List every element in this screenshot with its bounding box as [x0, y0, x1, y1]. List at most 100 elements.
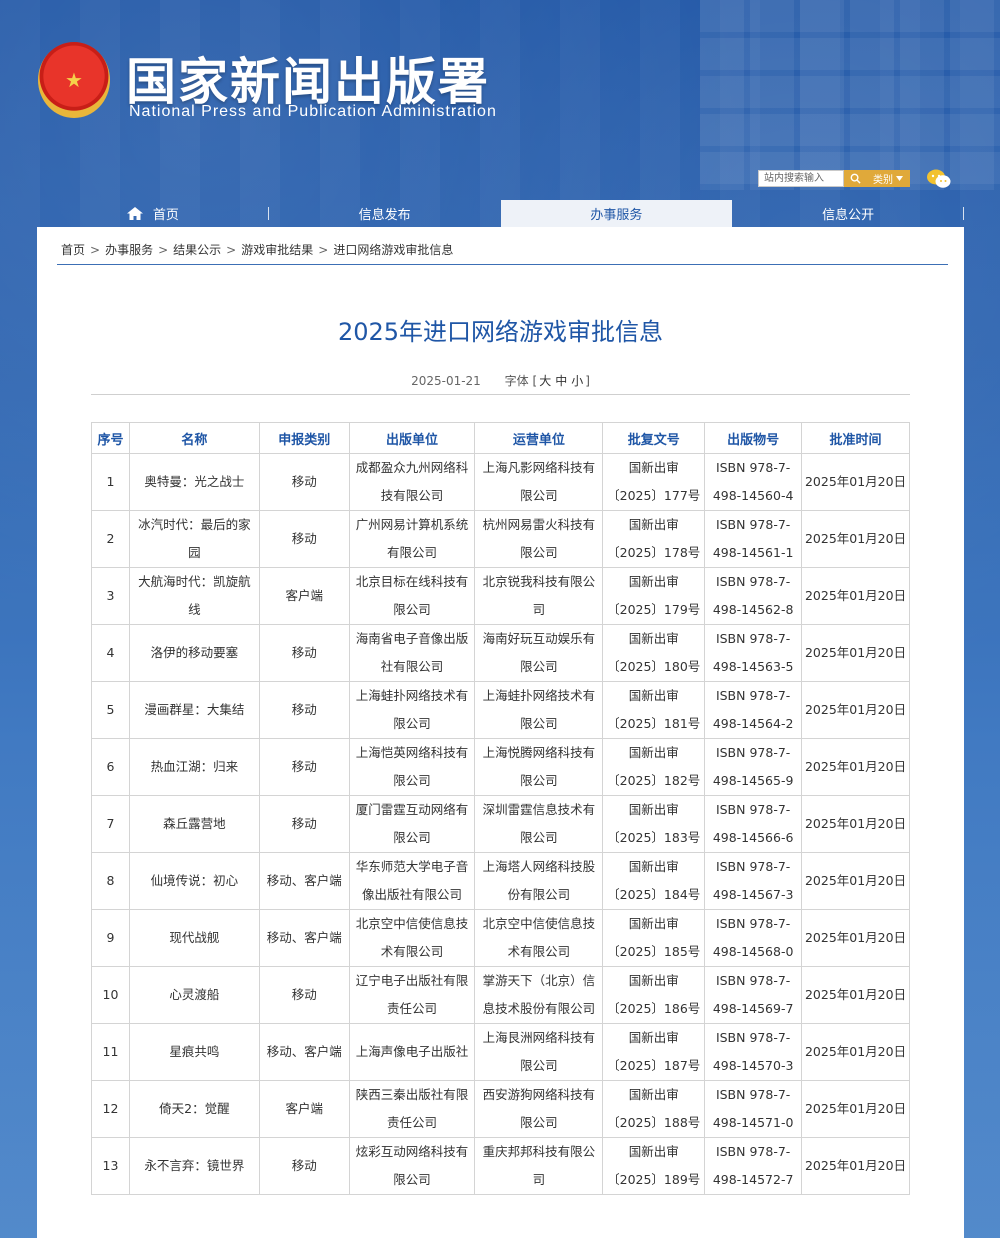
approval-date-cell: 2025年01月20日: [801, 1023, 910, 1081]
nav-item-label: 首页: [152, 208, 179, 223]
publish-date: 2025-01-21: [411, 374, 481, 388]
row-number-cell: 9: [91, 909, 130, 967]
game-name-cell: 森丘露营地: [128, 795, 260, 853]
page-title: 2025年进口网络游戏审批信息: [337, 318, 664, 346]
application-type-cell: 移动: [258, 738, 350, 796]
breadcrumb-item[interactable]: 办事服务: [105, 243, 153, 257]
row-number-cell: 7: [91, 795, 130, 853]
approval-number-cell: 国新出审〔2025〕183号: [602, 795, 706, 853]
nav-item-label: 办事服务: [590, 208, 643, 223]
application-type-cell: 移动、客户端: [258, 909, 350, 967]
wechat-icon[interactable]: [926, 168, 952, 190]
operator-cell: 上海悦腾网络科技有限公司: [474, 738, 604, 796]
nav-item-services[interactable]: 办事服务: [500, 200, 733, 227]
breadcrumb-item[interactable]: 结果公示: [173, 243, 221, 257]
approval-number-cell: 国新出审〔2025〕182号: [602, 738, 706, 796]
site-header: ★ 国家新闻出版署 National Press and Publication…: [0, 0, 1000, 200]
font-small-button[interactable]: 小: [571, 374, 583, 388]
application-type-cell: 移动: [258, 624, 350, 682]
operator-cell: 海南好玩互动娱乐有限公司: [474, 624, 604, 682]
table-row: 9 现代战舰 移动、客户端 北京空中信使信息技术有限公司 北京空中信使信息技术有限公司国…: [91, 909, 910, 967]
table-row: 8 仙境传说：初心 移动、客户端 华东师范大学电子音像出版社有限公司 上海塔人网络科技股…: [91, 852, 910, 910]
approval-date-cell: 2025年01月20日: [801, 738, 910, 796]
row-number-cell: 10: [91, 966, 130, 1024]
approval-number-cell: 国新出审〔2025〕179号: [602, 567, 706, 625]
application-type-cell: 移动: [258, 1137, 350, 1195]
nav-item-info-release[interactable]: 信息发布: [269, 200, 501, 227]
font-medium-button[interactable]: 中: [555, 374, 567, 388]
breadcrumb-item[interactable]: 进口网络游戏审批信息: [333, 243, 453, 257]
table-row: 11 星痕共鸣 移动、客户端 上海声像电子出版社 上海艮洲网络科技有限公司 国新出审〔20…: [91, 1023, 910, 1081]
application-type-cell: 客户端: [258, 567, 350, 625]
approval-date-cell: 2025年01月20日: [801, 909, 910, 967]
application-type-cell: 移动、客户端: [258, 852, 350, 910]
column-header: 出版单位: [348, 422, 476, 454]
search-input[interactable]: 站内搜索输入: [758, 170, 844, 187]
row-number-cell: 2: [91, 510, 130, 568]
category-label: 类别: [873, 175, 893, 186]
approval-date-cell: 2025年01月20日: [801, 1080, 910, 1138]
search-icon: [850, 173, 861, 184]
approval-date-cell: 2025年01月20日: [801, 795, 910, 853]
application-type-cell: 移动: [258, 795, 350, 853]
approval-number-cell: 国新出审〔2025〕180号: [602, 624, 706, 682]
font-large-button[interactable]: 大: [539, 374, 551, 388]
breadcrumb-item[interactable]: 游戏审批结果: [241, 243, 313, 257]
publisher-cell: 广州网易计算机系统有限公司: [348, 510, 476, 568]
font-size-label: 字体: [504, 374, 529, 388]
approval-number-cell: 国新出审〔2025〕187号: [602, 1023, 706, 1081]
approval-number-cell: 国新出审〔2025〕188号: [602, 1080, 706, 1138]
isbn-cell: ISBN 978-7-498-14561-1: [704, 510, 803, 568]
isbn-cell: ISBN 978-7-498-14567-3: [704, 852, 803, 910]
column-header: 序号: [91, 422, 130, 454]
approval-date-cell: 2025年01月20日: [801, 453, 910, 511]
table-row: 4 洛伊的移动要塞 移动 海南省电子音像出版社有限公司 海南好玩互动娱乐有限公司 国新出审…: [91, 624, 910, 682]
font-size-control: 字体 [大中小]: [504, 374, 590, 388]
operator-cell: 上海塔人网络科技股份有限公司: [474, 852, 604, 910]
game-name-cell: 现代战舰: [128, 909, 260, 967]
operator-cell: 上海凡影网络科技有限公司: [474, 453, 604, 511]
approval-number-cell: 国新出审〔2025〕185号: [602, 909, 706, 967]
table-row: 5 漫画群星：大集结 移动 上海蛙扑网络技术有限公司 上海蛙扑网络技术有限公司 国新出审〔…: [91, 681, 910, 739]
approval-date-cell: 2025年01月20日: [801, 852, 910, 910]
publisher-cell: 辽宁电子出版社有限责任公司: [348, 966, 476, 1024]
approval-table: 序号 名称 申报类别 出版单位 运营单位 批复文号 出版物号 批准时间 1 奥特曼…: [91, 422, 910, 1195]
application-type-cell: 移动、客户端: [258, 1023, 350, 1081]
chevron-down-icon: [896, 176, 903, 181]
isbn-cell: ISBN 978-7-498-14563-5: [704, 624, 803, 682]
article-meta: 2025-01-21 字体 [大中小]: [37, 372, 964, 389]
column-header: 批复文号: [602, 422, 706, 454]
isbn-cell: ISBN 978-7-498-14570-3: [704, 1023, 803, 1081]
column-header: 批准时间: [801, 422, 910, 454]
operator-cell: 北京空中信使信息技术有限公司: [474, 909, 604, 967]
main-nav: 首页 信息发布 办事服务 信息公开: [37, 200, 964, 227]
application-type-cell: 客户端: [258, 1080, 350, 1138]
breadcrumb-item[interactable]: 首页: [61, 243, 85, 257]
game-name-cell: 仙境传说：初心: [128, 852, 260, 910]
nav-item-label: 信息发布: [358, 208, 411, 223]
national-emblem-icon[interactable]: ★: [38, 42, 110, 118]
table-row: 2 冰汽时代：最后的家园 移动 广州网易计算机系统有限公司 杭州网易雷火科技有限公司 国新…: [91, 510, 910, 568]
approval-number-cell: 国新出审〔2025〕178号: [602, 510, 706, 568]
isbn-cell: ISBN 978-7-498-14564-2: [704, 681, 803, 739]
row-number-cell: 6: [91, 738, 130, 796]
game-name-cell: 星痕共鸣: [128, 1023, 260, 1081]
nav-item-label: 信息公开: [822, 208, 875, 223]
table-row: 1 奥特曼：光之战士 移动 成都盈众九州网络科技有限公司 上海凡影网络科技有限公司 国新出…: [91, 453, 910, 511]
breadcrumb: 首页 > 办事服务 > 结果公示 > 游戏审批结果 > 进口网络游戏审批信息: [61, 243, 454, 257]
category-dropdown[interactable]: 类别: [866, 170, 910, 187]
isbn-cell: ISBN 978-7-498-14568-0: [704, 909, 803, 967]
column-header: 名称: [128, 422, 260, 454]
game-name-cell: 洛伊的移动要塞: [128, 624, 260, 682]
operator-cell: 杭州网易雷火科技有限公司: [474, 510, 604, 568]
nav-item-home[interactable]: 首页: [37, 200, 269, 227]
publisher-cell: 陕西三秦出版社有限责任公司: [348, 1080, 476, 1138]
row-number-cell: 12: [91, 1080, 130, 1138]
game-name-cell: 永不言弃：镜世界: [128, 1137, 260, 1195]
application-type-cell: 移动: [258, 510, 350, 568]
row-number-cell: 8: [91, 852, 130, 910]
nav-item-info-disclosure[interactable]: 信息公开: [732, 200, 964, 227]
row-number-cell: 5: [91, 681, 130, 739]
approval-date-cell: 2025年01月20日: [801, 966, 910, 1024]
search-button[interactable]: [844, 170, 866, 187]
